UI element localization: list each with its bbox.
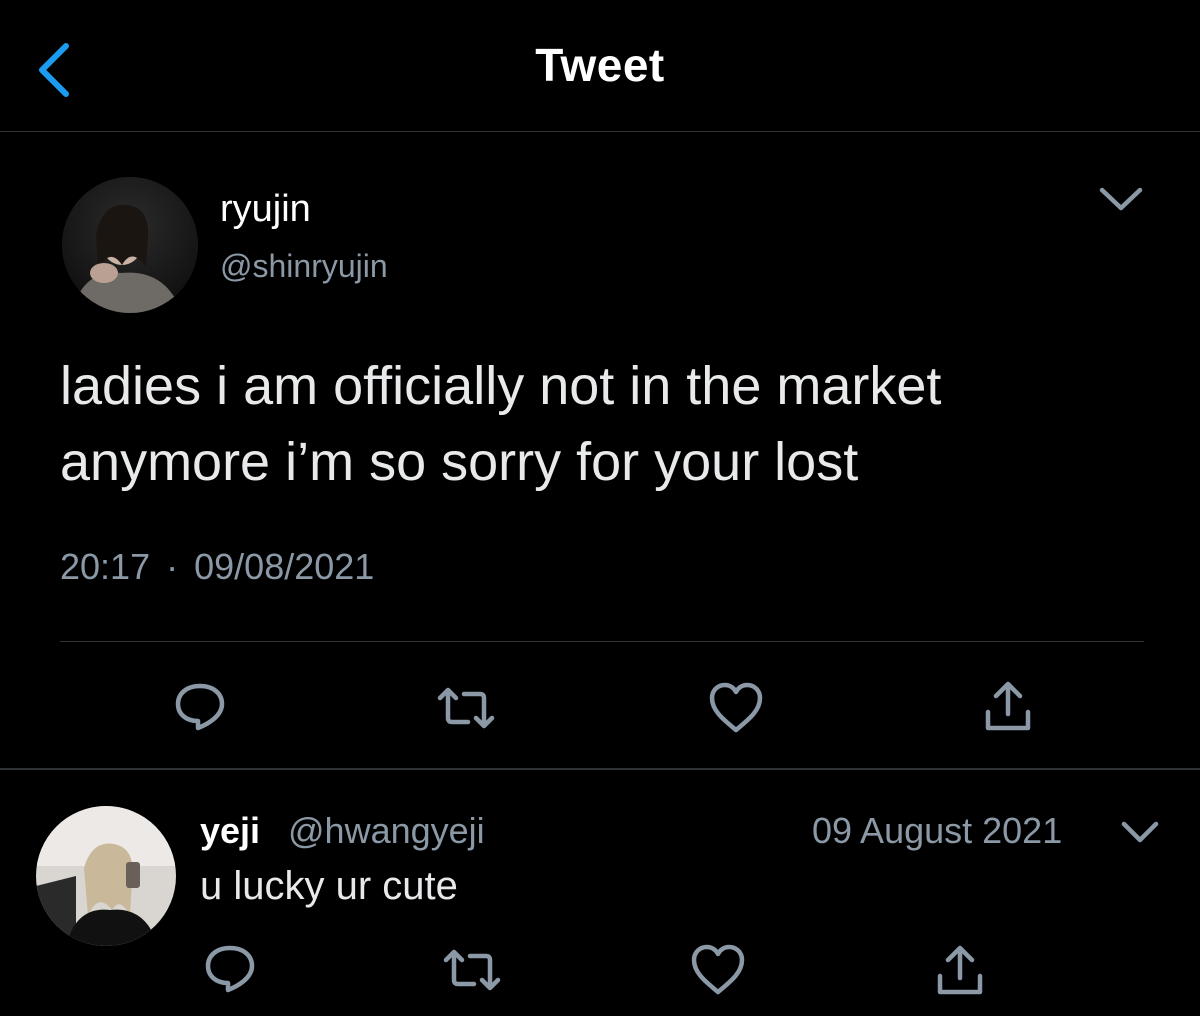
timestamp-separator: ·	[166, 546, 179, 587]
tweet-time: 20:17	[60, 546, 151, 587]
like-button[interactable]	[704, 676, 768, 740]
profile-photo	[62, 177, 198, 313]
reply-icon	[205, 945, 255, 993]
reply-options-button[interactable]	[1118, 812, 1162, 852]
tweet-text-line: ladies i am officially not in the market	[60, 356, 942, 416]
tweet-text: ladies i am officially not in the market…	[60, 348, 1150, 500]
reply-icon	[175, 683, 225, 731]
reply-retweet-button[interactable]	[440, 938, 504, 1002]
reply-handle[interactable]: @hwangyeji	[288, 810, 485, 852]
author-display-name[interactable]: ryujin	[220, 188, 311, 231]
header-divider	[0, 131, 1200, 132]
share-icon	[937, 945, 983, 995]
tweet-text-line: anymore i’m so sorry for your lost	[60, 432, 859, 492]
reply-button[interactable]	[168, 674, 232, 738]
author-handle[interactable]: @shinryujin	[220, 248, 388, 285]
heart-icon	[691, 944, 745, 995]
heart-icon	[709, 682, 763, 733]
retweet-icon	[437, 687, 495, 729]
chevron-down-icon	[1099, 187, 1143, 211]
tweet-date: 09/08/2021	[194, 546, 375, 587]
reply-reply-button[interactable]	[198, 936, 262, 1000]
section-divider	[0, 768, 1200, 770]
page-title: Tweet	[535, 39, 665, 91]
chevron-down-icon	[1121, 821, 1159, 843]
retweet-button[interactable]	[434, 676, 498, 740]
actions-divider	[60, 641, 1144, 642]
retweet-icon	[443, 949, 501, 991]
avatar[interactable]	[62, 177, 198, 313]
share-icon	[985, 681, 1031, 731]
tweet-timestamp[interactable]: 20:17 · 09/08/2021	[60, 546, 374, 588]
reply-text: u lucky ur cute	[200, 864, 458, 908]
share-button[interactable]	[976, 676, 1040, 740]
profile-photo	[36, 806, 176, 946]
tweet-options-button[interactable]	[1094, 176, 1148, 222]
reply-avatar[interactable]	[36, 806, 176, 946]
reply-display-name[interactable]: yeji	[200, 810, 260, 852]
reply-date: 09 August 2021	[812, 810, 1063, 851]
reply-share-button[interactable]	[928, 940, 992, 1004]
reply-like-button[interactable]	[686, 938, 750, 1002]
